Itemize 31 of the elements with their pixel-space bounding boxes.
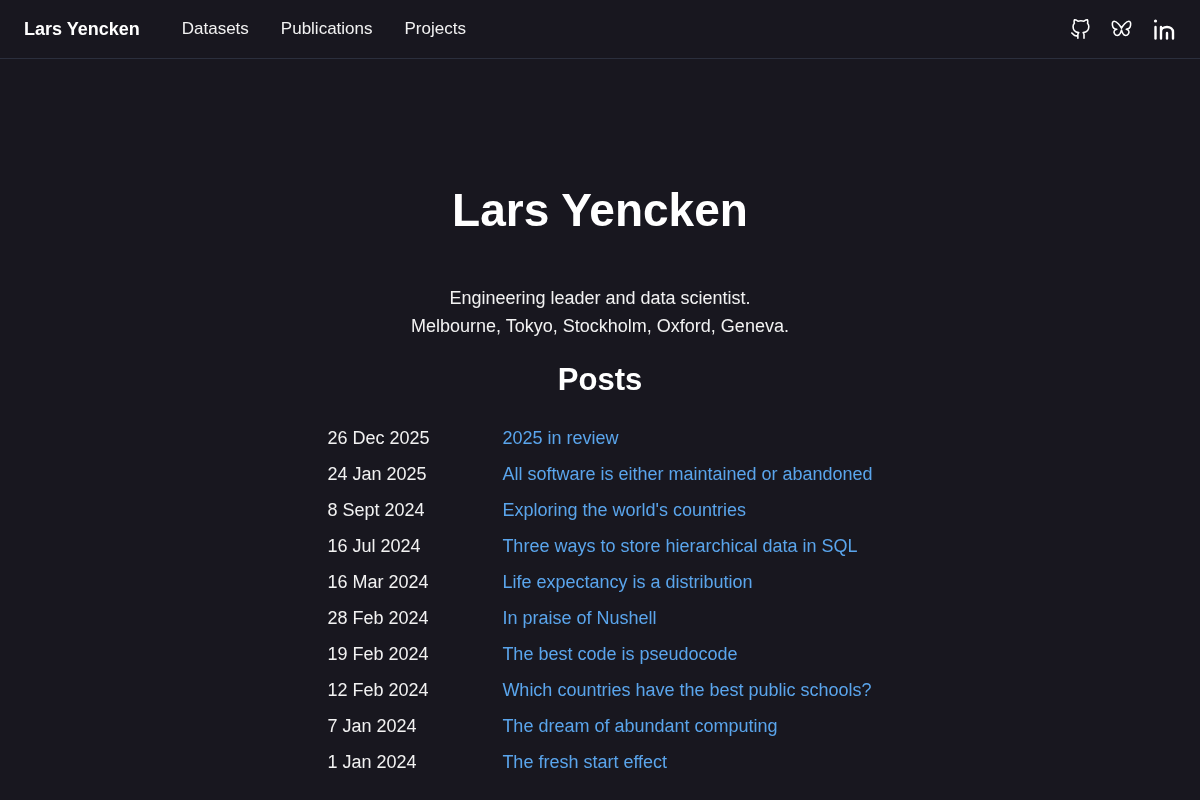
post-link[interactable]: Exploring the world's countries [502,492,746,528]
post-link[interactable]: Three ways to store hierarchical data in SQL [502,528,858,564]
page-title: Lars Yencken [452,183,748,238]
post-link[interactable]: Which countries have the best public schools? [502,672,872,708]
post-date: 8 Sept 2024 [327,499,426,522]
post-date: 16 Jul 2024 [327,535,422,558]
post-link[interactable]: In praise of Nushell [502,600,657,636]
posts-heading: Posts [557,361,643,399]
github-icon[interactable] [1070,18,1091,40]
post-link[interactable]: All software is either maintained or abandoned [502,456,873,492]
post-date: 26 Dec 2025 [327,427,431,450]
nav-link[interactable]: Projects [404,16,466,42]
post-date: 28 Feb 2024 [327,607,430,630]
butterfly-icon[interactable] [1111,19,1132,39]
post-date: 12 Feb 2024 [327,679,430,702]
intro-text: Engineering leader and data scientist. [449,287,751,310]
post-link[interactable]: The best code is pseudocode [502,636,738,672]
post-link[interactable]: The dream of abundant computing [502,708,778,744]
post-link[interactable]: The fresh start effect [502,744,668,780]
post-link[interactable]: 2025 in review [502,420,619,456]
linkedin-icon[interactable] [1152,18,1176,40]
brand-link[interactable]: Lars Yencken [24,15,140,43]
nav-link[interactable]: Publications [280,16,373,42]
post-date: 24 Jan 2025 [327,463,428,486]
post-link[interactable]: Life expectancy is a distribution [502,564,753,600]
intro-text: Melbourne, Tokyo, Stockholm, Oxford, Geneva. [411,315,789,338]
post-date: 7 Jan 2024 [327,715,418,738]
post-date: 1 Jan 2024 [327,751,418,774]
post-date: 19 Feb 2024 [327,643,430,666]
post-date: 16 Mar 2024 [327,571,430,594]
nav-link[interactable]: Datasets [181,16,249,42]
